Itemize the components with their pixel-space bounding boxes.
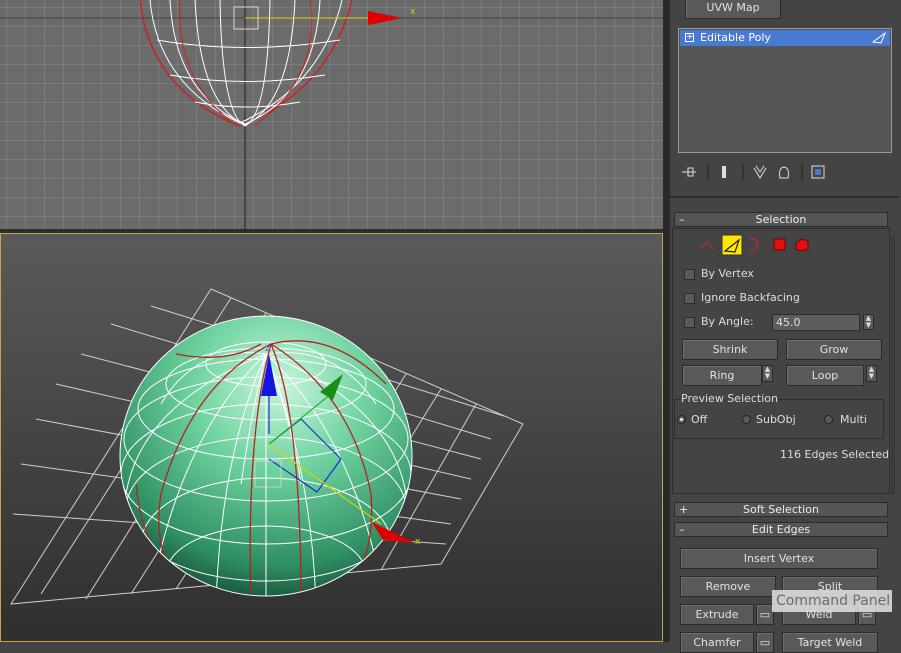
perspective-viewport[interactable]: z x [0,233,663,642]
persp-axis-z-label: z [265,344,270,354]
command-panel: UVW Map + Editable Poly – Selection By V… [670,0,901,653]
chamfer-settings-button[interactable]: ▭ [756,632,774,653]
stack-item-editable-poly[interactable]: + Editable Poly [680,30,890,46]
edit-edges-title: Edit Edges [751,523,811,536]
perspective-canvas: z x [10,288,524,605]
edge-subobject-icon [872,32,886,44]
make-unique-icon [753,165,767,179]
loop-spinner[interactable]: ▲ ▼ [866,365,877,382]
panel-scrollbar[interactable] [891,235,895,495]
subobject-level-icons [700,234,809,256]
border-level-icon [749,238,759,251]
top-axis-x-label: x [410,7,416,17]
grow-button[interactable]: Grow [786,339,882,360]
ring-button[interactable]: Ring [682,365,762,386]
expand-icon[interactable]: + [685,33,694,42]
edit-edges-rollout-header[interactable]: – Edit Edges [674,522,888,537]
command-panel-tooltip: Command Panel [772,590,892,612]
preview-subobj-label: SubObj [756,413,796,426]
viewport-panel-divider [663,0,670,642]
stack-item-label: Editable Poly [700,31,771,44]
soft-selection-title: Soft Selection [743,503,819,516]
preview-multi-radio[interactable] [824,415,833,424]
angle-input[interactable]: 45.0 [772,314,860,331]
ignore-backfacing-label: Ignore Backfacing [701,291,800,304]
uvw-map-button[interactable]: UVW Map [685,0,781,19]
settings-icon: ▭ [759,608,771,621]
selection-status-text: 116 Edges Selected [780,448,890,461]
soft-selection-rollout-header[interactable]: + Soft Selection [674,502,888,517]
modifier-stack[interactable]: + Editable Poly [678,28,892,153]
preview-selection-title: Preview Selection [680,392,780,405]
chamfer-button[interactable]: Chamfer [680,632,754,653]
preview-off-radio[interactable] [677,415,686,424]
ignore-backfacing-checkbox[interactable] [684,293,695,304]
remove-button[interactable]: Remove [680,576,776,597]
selection-rollout-title: Selection [755,213,807,226]
panel-divider [670,196,898,198]
extrude-button[interactable]: Extrude [680,604,754,625]
selection-rollout-header[interactable]: – Selection [674,212,888,227]
stack-toolbar [682,164,825,180]
persp-axis-x-label: x [415,537,421,547]
pin-stack-icon [682,167,696,177]
by-angle-label: By Angle: [701,315,754,328]
element-level-icon [795,238,809,252]
insert-vertex-button[interactable]: Insert Vertex [680,548,878,569]
loop-button[interactable]: Loop [786,365,864,386]
preview-off-label: Off [691,413,708,426]
by-angle-checkbox[interactable] [684,317,695,328]
collapse-rollout-icon: – [679,523,685,536]
configure-modifier-sets-icon [811,165,825,179]
vertex-level-icon[interactable] [700,241,714,251]
preview-subobj-radio[interactable] [742,415,751,424]
by-vertex-checkbox[interactable] [684,269,695,280]
top-viewport[interactable]: x [0,0,663,229]
expand-rollout-icon: + [679,503,689,516]
polygon-level-icon [773,238,786,251]
shrink-button[interactable]: Shrink [682,339,778,360]
show-end-result-icon [722,166,726,178]
preview-multi-label: Multi [840,413,867,426]
target-weld-button[interactable]: Target Weld [782,632,878,653]
ring-spinner[interactable]: ▲ ▼ [762,365,773,382]
settings-icon: ▭ [759,636,771,649]
collapse-icon: – [679,213,685,226]
top-viewport-canvas: x [0,0,663,229]
remove-modifier-icon [779,166,789,179]
by-vertex-label: By Vertex [701,267,754,280]
angle-spinner[interactable]: ▲ ▼ [863,314,874,330]
